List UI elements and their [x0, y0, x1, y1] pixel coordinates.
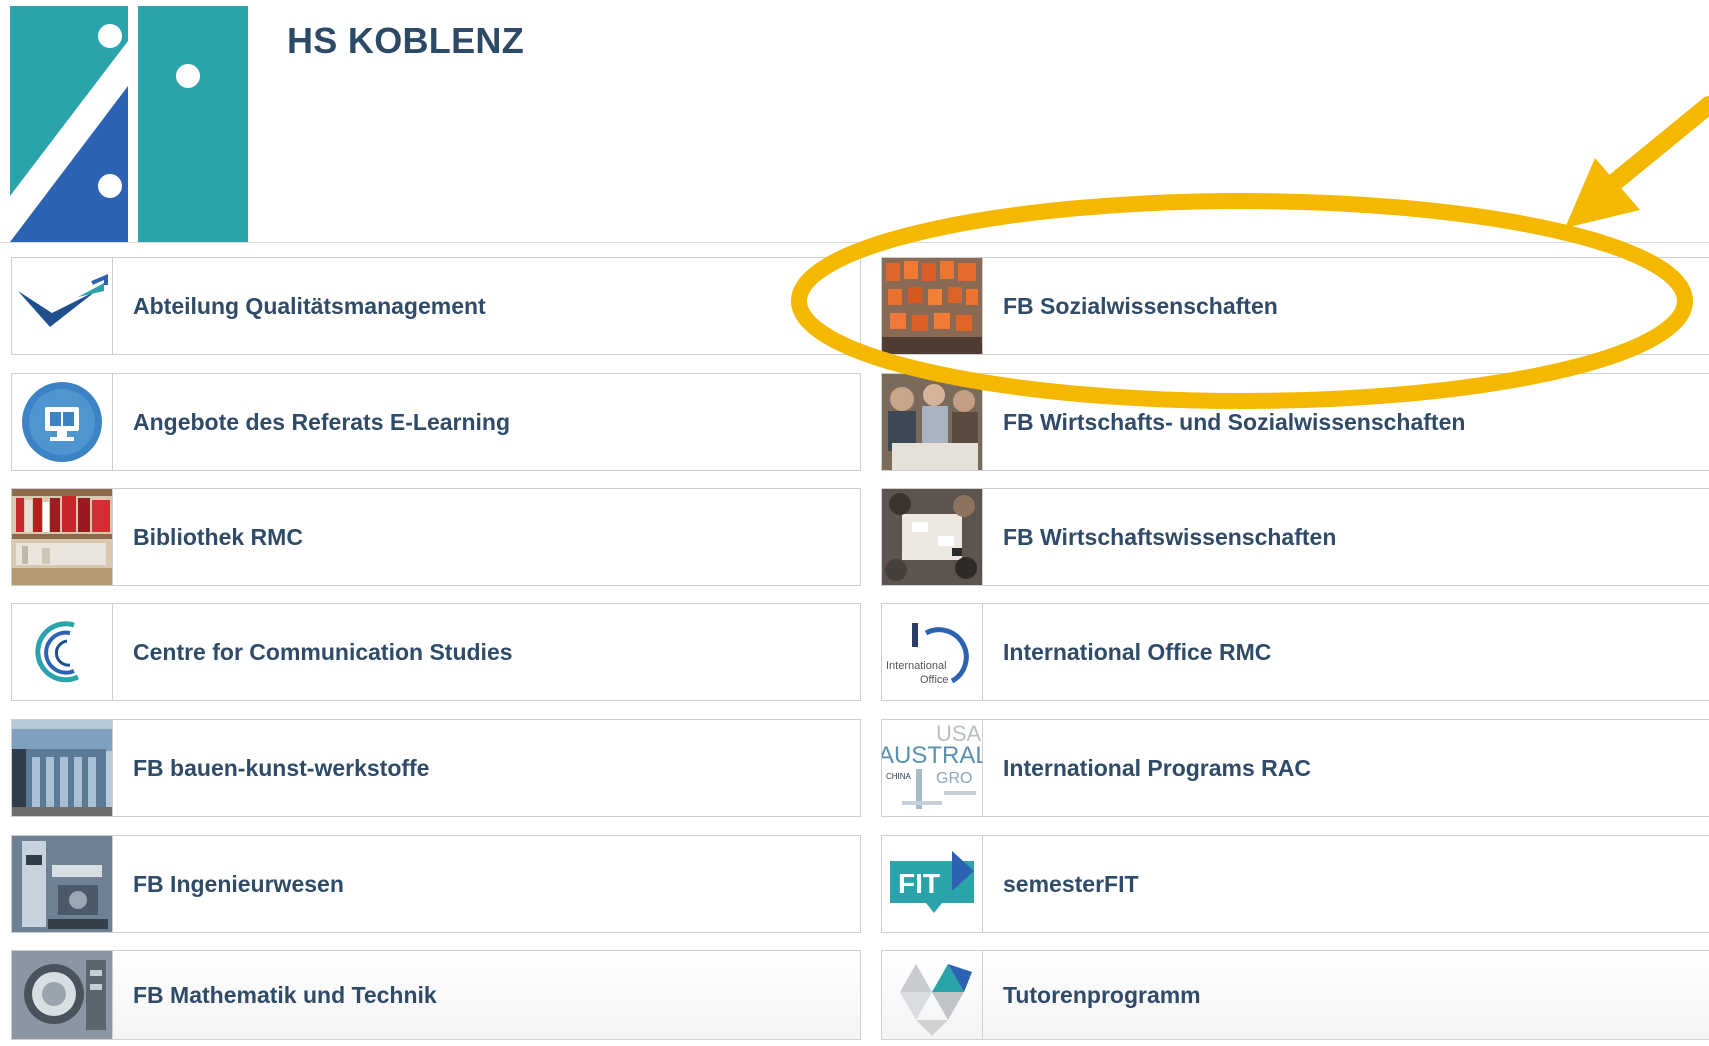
list-item-label: FB Wirtschaftswissenschaften: [1003, 523, 1337, 550]
list-item-label: FB Mathematik und Technik: [133, 981, 437, 1008]
fit-logo-text: FIT: [898, 868, 940, 899]
intl-office-text-1: International: [886, 660, 947, 672]
page-title: HS KOBLENZ: [287, 20, 524, 61]
international-office-logo: International Office: [882, 604, 983, 700]
intl-office-text-2: Office: [920, 674, 949, 686]
list-item-international-programs[interactable]: USA AUSTRAL CHINA GRO International Prog…: [881, 719, 1709, 817]
word-cloud-text-2: AUSTRAL: [882, 742, 982, 769]
list-item-label: FB bauen-kunst-werkstoffe: [133, 754, 430, 781]
list-item-label: International Office RMC: [1003, 638, 1272, 665]
list-item-wirtschafts-sozialwissenschaften[interactable]: FB Wirtschafts- und Sozialwissenschaften: [881, 373, 1709, 471]
word-cloud-text-3: CHINA: [886, 772, 912, 781]
list-item-elearning[interactable]: Angebote des Referats E-Learning: [11, 373, 861, 471]
list-item-label: Abteilung Qualitätsmanagement: [133, 292, 486, 319]
communication-swirl-icon: [12, 604, 113, 700]
students-photo-image: [882, 374, 983, 470]
fit-logo-icon: FIT: [882, 836, 983, 932]
list-item-label: Tutorenprogramm: [1003, 981, 1201, 1008]
group-photo-image: [882, 258, 983, 354]
building-image: [12, 720, 113, 816]
word-cloud-image: USA AUSTRAL CHINA GRO: [882, 720, 983, 816]
list-item-semesterfit[interactable]: FIT semesterFIT: [881, 835, 1709, 933]
site-header: HS KOBLENZ: [0, 0, 1709, 243]
qm-logo-icon: [12, 258, 113, 354]
list-item-label: FB Ingenieurwesen: [133, 870, 344, 897]
list-item-tutorenprogramm[interactable]: Tutorenprogramm: [881, 950, 1709, 1040]
list-item-wirtschaftswissenschaften[interactable]: FB Wirtschaftswissenschaften: [881, 488, 1709, 586]
list-item-communication-studies[interactable]: Centre for Communication Studies: [11, 603, 861, 701]
list-item-international-office[interactable]: International Office International Offic…: [881, 603, 1709, 701]
list-item-mathematik-technik[interactable]: FB Mathematik und Technik: [11, 950, 861, 1040]
list-item-ingenieurwesen[interactable]: FB Ingenieurwesen: [11, 835, 861, 933]
word-cloud-text-4: GRO: [936, 770, 972, 787]
list-item-sozialwissenschaften[interactable]: FB Sozialwissenschaften: [881, 257, 1709, 355]
list-item-label: Angebote des Referats E-Learning: [133, 408, 511, 435]
engine-image: [12, 951, 113, 1039]
elearning-monitor-icon: [12, 374, 113, 470]
list-item-label: International Programs RAC: [1003, 754, 1311, 781]
library-shelves-image: [12, 489, 113, 585]
list-item-qualitaetsmanagement[interactable]: Abteilung Qualitätsmanagement: [11, 257, 861, 355]
machinery-image: [12, 836, 113, 932]
list-item-bauen-kunst-werkstoffe[interactable]: FB bauen-kunst-werkstoffe: [11, 719, 861, 817]
list-item-label: FB Wirtschafts- und Sozialwissenschaften: [1003, 408, 1466, 435]
list-item-label: FB Sozialwissenschaften: [1003, 292, 1278, 319]
list-item-bibliothek[interactable]: Bibliothek RMC: [11, 488, 861, 586]
hs-koblenz-logo[interactable]: [10, 6, 248, 242]
list-item-label: Centre for Communication Studies: [133, 638, 513, 665]
triangles-logo-icon: [882, 951, 983, 1039]
list-item-label: Bibliothek RMC: [133, 523, 303, 550]
list-item-label: semesterFIT: [1003, 870, 1139, 897]
meeting-photo-image: [882, 489, 983, 585]
